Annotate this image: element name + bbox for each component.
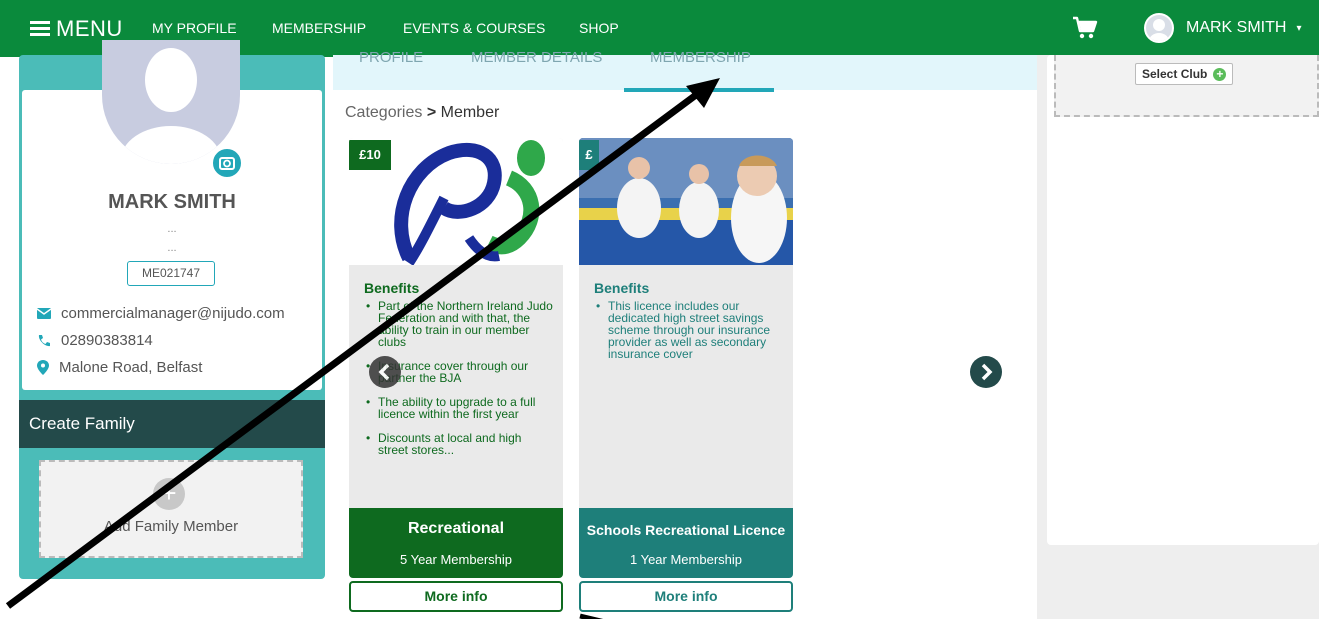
card-footer: Recreational 5 Year Membership — [349, 508, 563, 578]
create-family-header: Create Family — [19, 400, 325, 448]
user-menu[interactable]: MARK SMITH ▾ — [1144, 12, 1301, 44]
tab-member-details[interactable]: MEMBER DETAILS — [471, 49, 602, 66]
card-title: Recreational — [407, 520, 505, 537]
breadcrumb-current: Member — [440, 104, 500, 121]
more-info-button[interactable]: More info — [349, 581, 563, 612]
profile-tabs: PROFILE MEMBER DETAILS MEMBERSHIP — [333, 49, 1037, 92]
add-circle-icon: + — [1213, 67, 1227, 81]
profile-detail-2: ... — [167, 242, 177, 254]
benefits-title: Benefits — [594, 280, 650, 296]
phone-icon — [38, 334, 50, 346]
chevron-right-icon: > — [426, 104, 441, 121]
plus-icon: + — [153, 478, 185, 510]
card-footer: Schools Recreational Licence 1 Year Memb… — [579, 508, 793, 578]
membership-card-schools: £ Benefits This licence includes our ded… — [579, 138, 793, 578]
card-photo-image — [579, 138, 793, 265]
select-club-label: Select Club — [1142, 67, 1208, 81]
tab-membership[interactable]: MEMBERSHIP — [650, 49, 751, 66]
nav-membership[interactable]: MEMBERSHIP — [272, 20, 366, 36]
user-avatar — [1144, 13, 1174, 43]
carousel-prev-button[interactable] — [369, 356, 401, 388]
hamburger-icon — [30, 21, 50, 37]
benefits-list: This licence includes our dedicated high… — [594, 300, 784, 372]
contact-address: Malone Road, Belfast — [37, 359, 202, 376]
tab-profile[interactable]: PROFILE — [359, 49, 423, 66]
breadcrumb: Categories > Member — [345, 104, 499, 122]
card-subtitle: 5 Year Membership — [399, 552, 512, 567]
select-club-button[interactable]: Select Club + — [1135, 63, 1234, 85]
chevron-right-icon — [981, 363, 993, 381]
nav-events-courses[interactable]: EVENTS & COURSES — [403, 20, 545, 36]
member-id-badge: ME021747 — [127, 261, 215, 286]
map-marker-icon — [37, 360, 49, 375]
card-title: Schools Recreational Licence — [586, 522, 786, 538]
breadcrumb-root[interactable]: Categories — [345, 104, 422, 121]
benefit-item: This licence includes our dedicated high… — [594, 300, 784, 360]
email-text: commercialmanager@nijudo.com — [61, 305, 285, 322]
chevron-left-icon — [378, 363, 390, 381]
club-panel — [1047, 55, 1319, 545]
add-family-member-label: Add Family Member — [103, 518, 239, 535]
profile-name: MARK SMITH — [108, 191, 236, 213]
carousel-next-button[interactable] — [970, 356, 1002, 388]
nav-shop[interactable]: SHOP — [579, 20, 619, 36]
contact-email: commercialmanager@nijudo.com — [37, 305, 285, 322]
menu-label: MENU — [56, 16, 123, 41]
more-info-button[interactable]: More info — [579, 581, 793, 612]
benefit-item: The ability to upgrade to a full licence… — [364, 396, 554, 420]
benefit-item: Part of the Northern Ireland Judo Federa… — [364, 300, 554, 348]
benefit-item: Discounts at local and high street store… — [364, 432, 554, 456]
cart-icon[interactable] — [1072, 16, 1098, 40]
add-family-member-button[interactable]: + Add Family Member — [39, 460, 303, 558]
nav-my-profile[interactable]: MY PROFILE — [152, 20, 237, 36]
card-subtitle: 1 Year Membership — [629, 552, 742, 567]
contact-phone: 02890383814 — [37, 332, 153, 349]
caret-down-icon: ▾ — [1296, 22, 1302, 34]
price-badge: £ — [579, 140, 599, 170]
envelope-icon — [37, 308, 51, 319]
camera-icon[interactable] — [211, 147, 243, 179]
profile-detail-1: ... — [167, 223, 177, 235]
address-text: Malone Road, Belfast — [59, 359, 203, 376]
price-badge: £10 — [349, 140, 391, 170]
active-tab-indicator — [624, 88, 774, 92]
user-name: MARK SMITH — [1186, 19, 1287, 36]
benefits-title: Benefits — [364, 280, 420, 296]
phone-text: 02890383814 — [61, 332, 153, 349]
